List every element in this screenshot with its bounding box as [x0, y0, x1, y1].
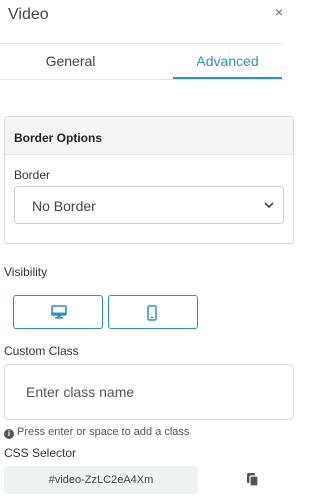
tab-general[interactable]: General: [0, 44, 141, 80]
panel-header: Video ×: [0, 0, 285, 32]
chevron-down-icon: [264, 202, 274, 209]
css-selector-value: #video-ZzLC2eA4Xm: [48, 474, 154, 486]
desktop-icon: [51, 305, 67, 319]
visibility-mobile-button[interactable]: [108, 295, 198, 329]
custom-class-input[interactable]: [4, 364, 294, 420]
border-select-value: No Border: [32, 198, 96, 214]
info-icon: i: [4, 429, 14, 439]
border-select[interactable]: No Border: [14, 186, 284, 224]
custom-class-label: Custom Class: [4, 344, 79, 358]
border-options-header[interactable]: Border Options: [5, 117, 293, 155]
visibility-desktop-button[interactable]: [13, 295, 103, 329]
border-options-title: Border Options: [14, 131, 103, 145]
mobile-icon: [147, 305, 157, 321]
custom-class-hint-text: Press enter or space to add a class: [17, 426, 190, 438]
border-field-label: Border: [14, 168, 51, 182]
close-icon[interactable]: ×: [275, 4, 285, 20]
custom-class-hint: i Press enter or space to add a class: [4, 426, 189, 440]
visibility-label: Visibility: [4, 265, 48, 279]
border-options-panel: Border Options Border No Border: [4, 116, 294, 244]
copy-icon[interactable]: [246, 472, 260, 488]
css-selector-field[interactable]: #video-ZzLC2eA4Xm: [4, 466, 198, 494]
panel-title: Video: [8, 6, 49, 23]
css-selector-label: CSS Selector: [4, 446, 77, 460]
tab-advanced[interactable]: Advanced: [173, 44, 282, 80]
tab-bar: General Advanced: [0, 44, 282, 80]
active-tab-indicator: [173, 77, 282, 79]
